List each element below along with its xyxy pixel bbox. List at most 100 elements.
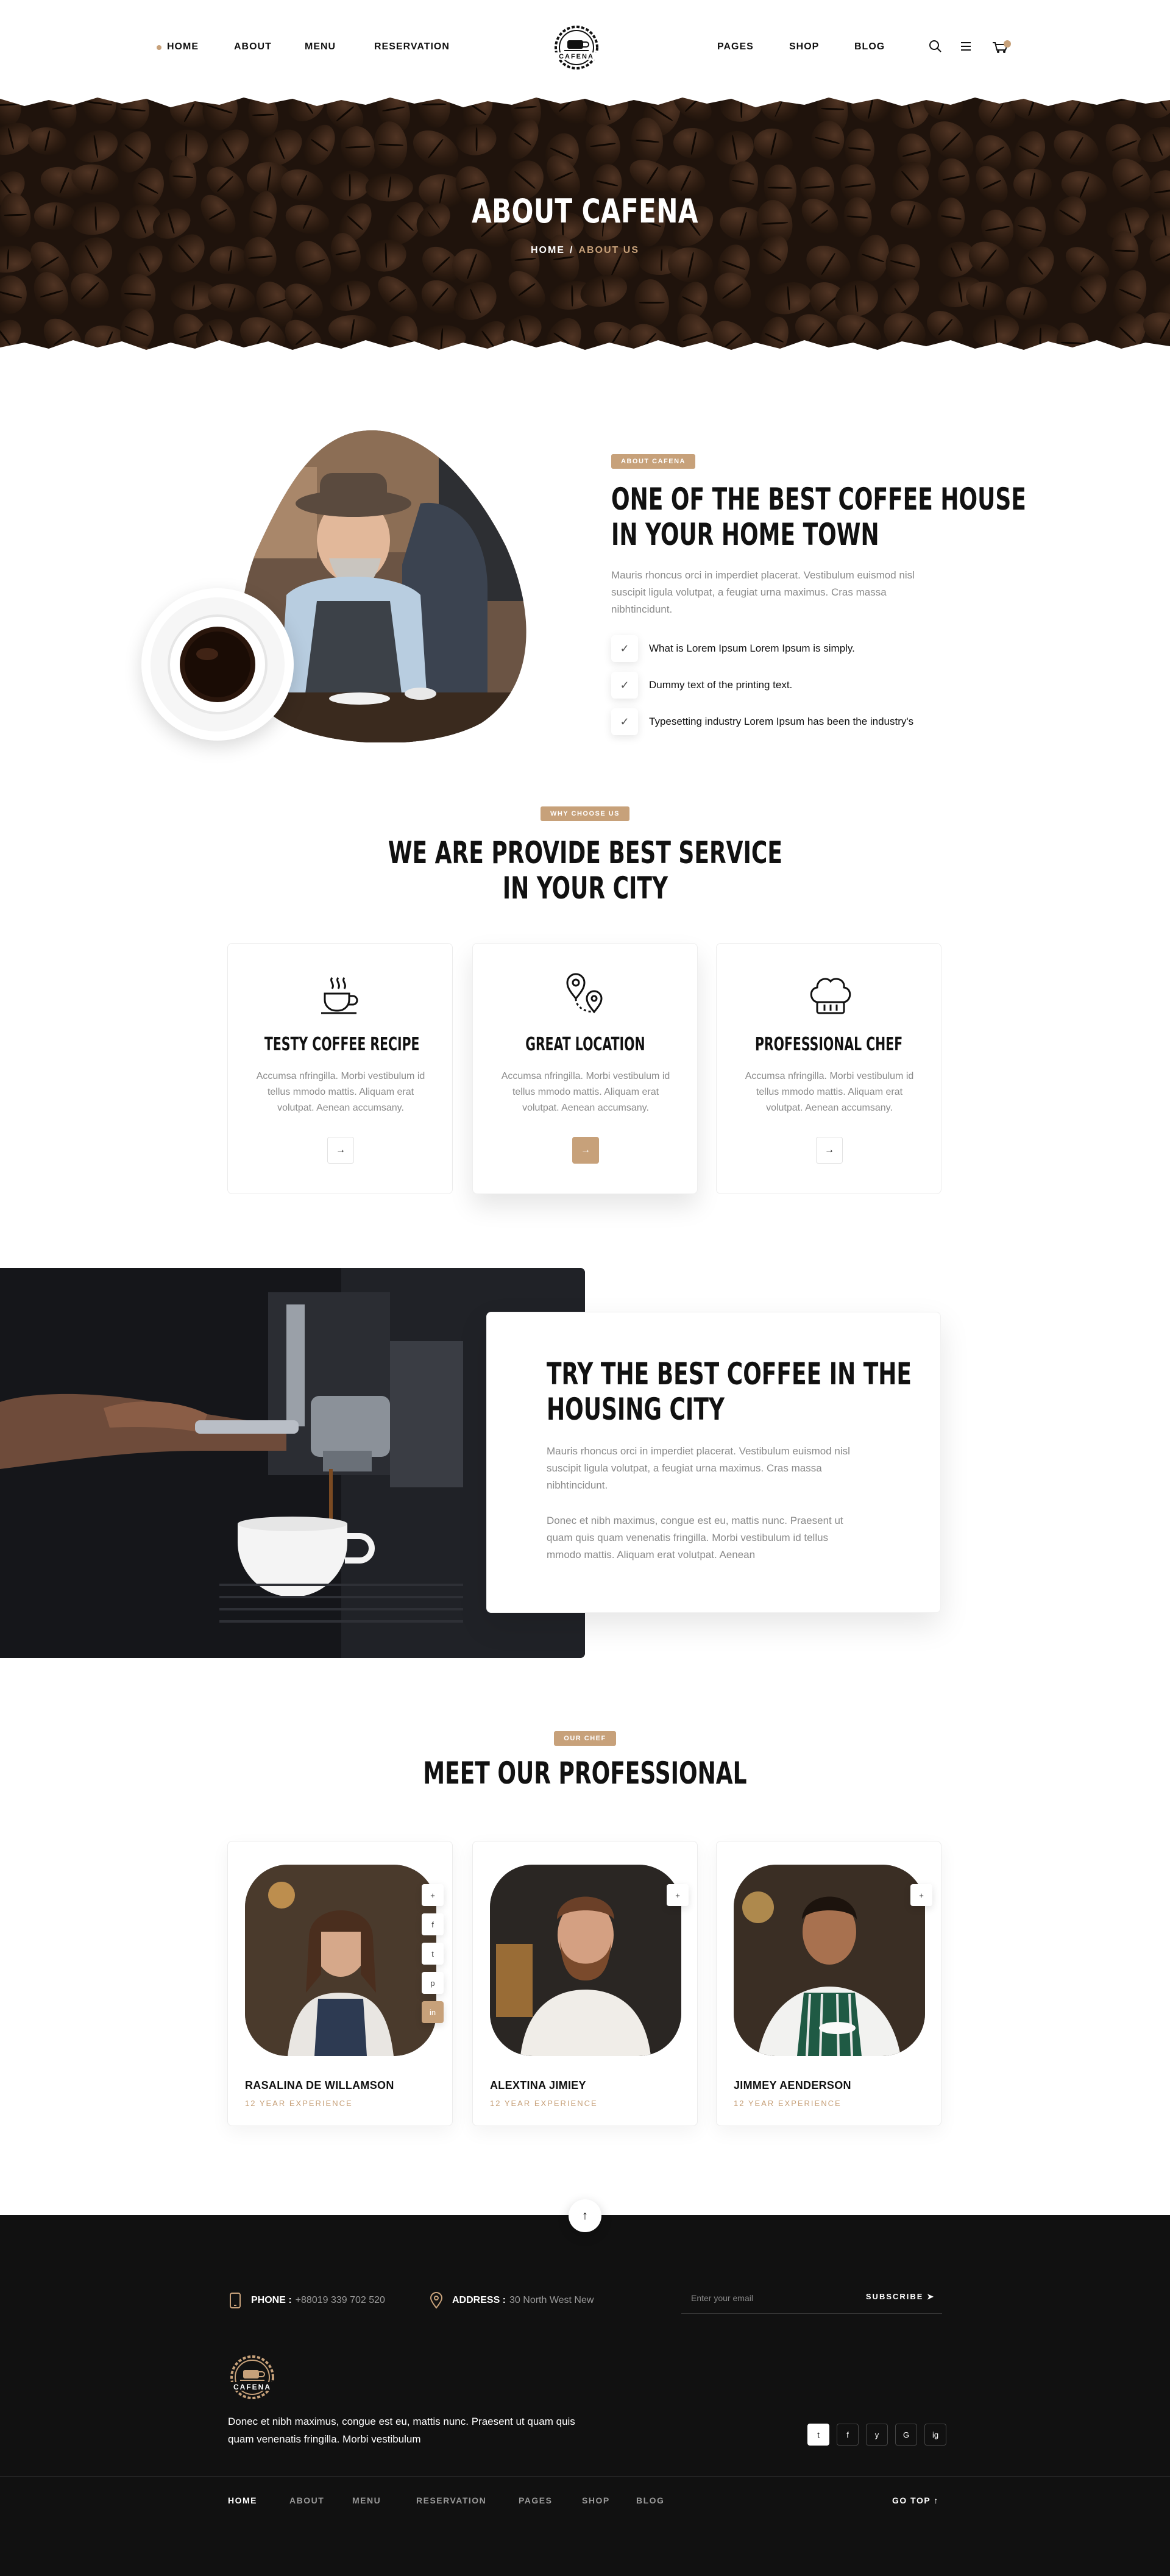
footer-phone: PHONE : +88019 339 702 520	[228, 2292, 385, 2309]
chef-name[interactable]: RASALINA DE WILLAMSON	[245, 2079, 394, 2092]
torn-edge-top	[0, 91, 1170, 107]
pinterest-icon[interactable]: p	[422, 1972, 444, 1994]
phone-icon	[230, 2293, 241, 2308]
footer-logo[interactable]: CAFENA	[223, 2353, 282, 2404]
chefs-heading: MEET OUR PROFESSIONAL	[423, 1756, 747, 1791]
footer-divider	[0, 2476, 1170, 2477]
facebook-icon[interactable]: f	[422, 1913, 444, 1935]
go-top-link[interactable]: GO TOP ↑	[892, 2496, 939, 2505]
chef-name[interactable]: JIMMEY AENDERSON	[734, 2079, 851, 2092]
about-tag: ABOUT CAFENA	[611, 454, 695, 469]
service-desc: Accumsa nfringilla. Morbi vestibulum id …	[501, 1071, 670, 1113]
chef-card: + ALEXTINA JIMIEY 12 YEAR EXPERIENCE	[472, 1841, 698, 2126]
facebook-icon[interactable]: f	[837, 2424, 859, 2446]
coffee-cup-image	[141, 588, 294, 741]
footer-logo-text: CAFENA	[233, 2383, 271, 2391]
chef-name[interactable]: ALEXTINA JIMIEY	[490, 2079, 586, 2092]
youtube-icon[interactable]: y	[866, 2424, 888, 2446]
try-heading: TRY THE BEST COFFEE IN THE HOUSING CITY	[547, 1356, 912, 1427]
social-links: t f y G ig	[807, 2424, 954, 2446]
breadcrumb-current: ABOUT US	[578, 245, 639, 255]
service-title: TESTY COFFEE RECIPE	[264, 1034, 420, 1055]
nav-shop[interactable]: SHOP	[789, 41, 819, 52]
twitter-icon[interactable]: t	[807, 2424, 829, 2446]
footer-nav-blog[interactable]: BLOG	[636, 2496, 664, 2505]
search-icon[interactable]	[928, 39, 943, 54]
check-icon: ✓	[611, 708, 638, 735]
breadcrumb-home[interactable]: HOME	[531, 245, 565, 255]
menu-icon[interactable]	[959, 39, 973, 54]
services-heading: WE ARE PROVIDE BEST SERVICE IN YOUR CITY	[388, 835, 782, 906]
service-arrow-button[interactable]: →	[327, 1137, 354, 1164]
twitter-icon[interactable]: t	[422, 1943, 444, 1965]
torn-edge-bottom	[0, 340, 1170, 361]
service-desc: Accumsa nfringilla. Morbi vestibulum id …	[745, 1071, 914, 1113]
check-item: ✓ Typesetting industry Lorem Ipsum has be…	[611, 708, 913, 735]
service-card: PROFESSIONAL CHEF Accumsa nfringilla. Mo…	[716, 943, 941, 1194]
cart-icon[interactable]	[991, 39, 1012, 54]
about-heading: ONE OF THE BEST COFFEE HOUSE IN YOUR HOM…	[611, 482, 1026, 552]
newsletter-form: SUBSCRIBE ➤	[681, 2282, 942, 2314]
service-title: PROFESSIONAL CHEF	[754, 1034, 903, 1055]
try-content-box: TRY THE BEST COFFEE IN THE HOUSING CITY …	[486, 1312, 941, 1613]
email-input[interactable]	[691, 2290, 849, 2307]
nav-pages[interactable]: PAGES	[717, 41, 754, 52]
scroll-to-top-button[interactable]: ↑	[569, 2199, 601, 2232]
footer-nav-about[interactable]: ABOUT	[289, 2496, 324, 2505]
coffee-cup-icon	[321, 977, 358, 1014]
chef-photo	[734, 1865, 925, 2056]
footer-nav-home[interactable]: HOME	[228, 2496, 257, 2505]
chef-experience: 12 YEAR EXPERIENCE	[245, 2099, 353, 2108]
check-icon: ✓	[611, 635, 638, 662]
chef-card: + JIMMEY AENDERSON 12 YEAR EXPERIENCE	[716, 1841, 941, 2126]
nav-home[interactable]: HOME	[167, 41, 199, 52]
why-tag: WHY CHOOSE US	[540, 806, 630, 821]
logo-text: CAFENA	[559, 53, 594, 60]
page-title: ABOUT CAFENA	[472, 192, 698, 230]
service-title: GREAT LOCATION	[525, 1034, 645, 1055]
chef-card: + f t p in RASALINA DE WILLAMSON 12 YEAR…	[227, 1841, 453, 2126]
footer-nav-menu[interactable]: MENU	[352, 2496, 381, 2505]
footer-nav-shop[interactable]: SHOP	[582, 2496, 610, 2505]
linkedin-icon[interactable]: in	[422, 2001, 444, 2023]
google-icon[interactable]: G	[895, 2424, 917, 2446]
chef-experience: 12 YEAR EXPERIENCE	[490, 2099, 598, 2108]
service-card: GREAT LOCATION Accumsa nfringilla. Morbi…	[472, 943, 698, 1194]
try-paragraph: Mauris rhoncus orci in imperdiet placera…	[547, 1445, 850, 1491]
nav-blog[interactable]: BLOG	[854, 41, 885, 52]
nav-reservation[interactable]: RESERVATION	[374, 41, 450, 52]
share-plus-icon[interactable]: +	[667, 1884, 689, 1906]
check-icon: ✓	[611, 672, 638, 699]
chef-tag: OUR CHEF	[554, 1731, 616, 1746]
service-arrow-button[interactable]: →	[816, 1137, 843, 1164]
cafena-logo[interactable]: CAFENA	[547, 22, 606, 73]
page: HOME ABOUT MENU RESERVATION CAFENA PAGES…	[0, 0, 1170, 2576]
nav-menu[interactable]: MENU	[305, 41, 336, 52]
footer: PHONE : +88019 339 702 520 ADDRESS :30 No…	[0, 2215, 1170, 2576]
share-buttons: +	[667, 1884, 691, 1913]
instagram-icon[interactable]: ig	[924, 2424, 946, 2446]
chef-photo	[245, 1865, 436, 2056]
footer-nav-pages[interactable]: PAGES	[519, 2496, 552, 2505]
page-banner: ABOUT CAFENA HOME / ABOUT US	[0, 98, 1170, 354]
footer-address: ADDRESS :30 North West New	[429, 2292, 594, 2309]
chef-photo	[490, 1865, 681, 2056]
breadcrumb: HOME / ABOUT US	[530, 245, 639, 255]
footer-nav-reservation[interactable]: RESERVATION	[416, 2496, 486, 2505]
location-icon	[430, 2292, 443, 2309]
service-arrow-button[interactable]: →	[572, 1137, 599, 1164]
main-header: HOME ABOUT MENU RESERVATION CAFENA PAGES…	[0, 0, 1170, 98]
service-card: TESTY COFFEE RECIPE Accumsa nfringilla. …	[227, 943, 453, 1194]
share-plus-icon[interactable]: +	[910, 1884, 932, 1906]
share-buttons: +	[910, 1884, 935, 1913]
chef-hat-icon	[810, 978, 851, 1014]
nav-about[interactable]: ABOUT	[234, 41, 272, 52]
subscribe-button[interactable]: SUBSCRIBE ➤	[866, 2292, 935, 2302]
share-plus-icon[interactable]: +	[422, 1884, 444, 1906]
active-dot	[157, 45, 161, 50]
check-item: ✓ What is Lorem Ipsum Lorem Ipsum is simp…	[611, 635, 855, 662]
share-buttons: + f t p in	[422, 1884, 446, 2030]
footer-text: Donec et nibh maximus, congue est eu, ma…	[228, 2416, 575, 2445]
chef-experience: 12 YEAR EXPERIENCE	[734, 2099, 842, 2108]
about-paragraph: Mauris rhoncus orci in imperdiet placera…	[611, 569, 915, 615]
